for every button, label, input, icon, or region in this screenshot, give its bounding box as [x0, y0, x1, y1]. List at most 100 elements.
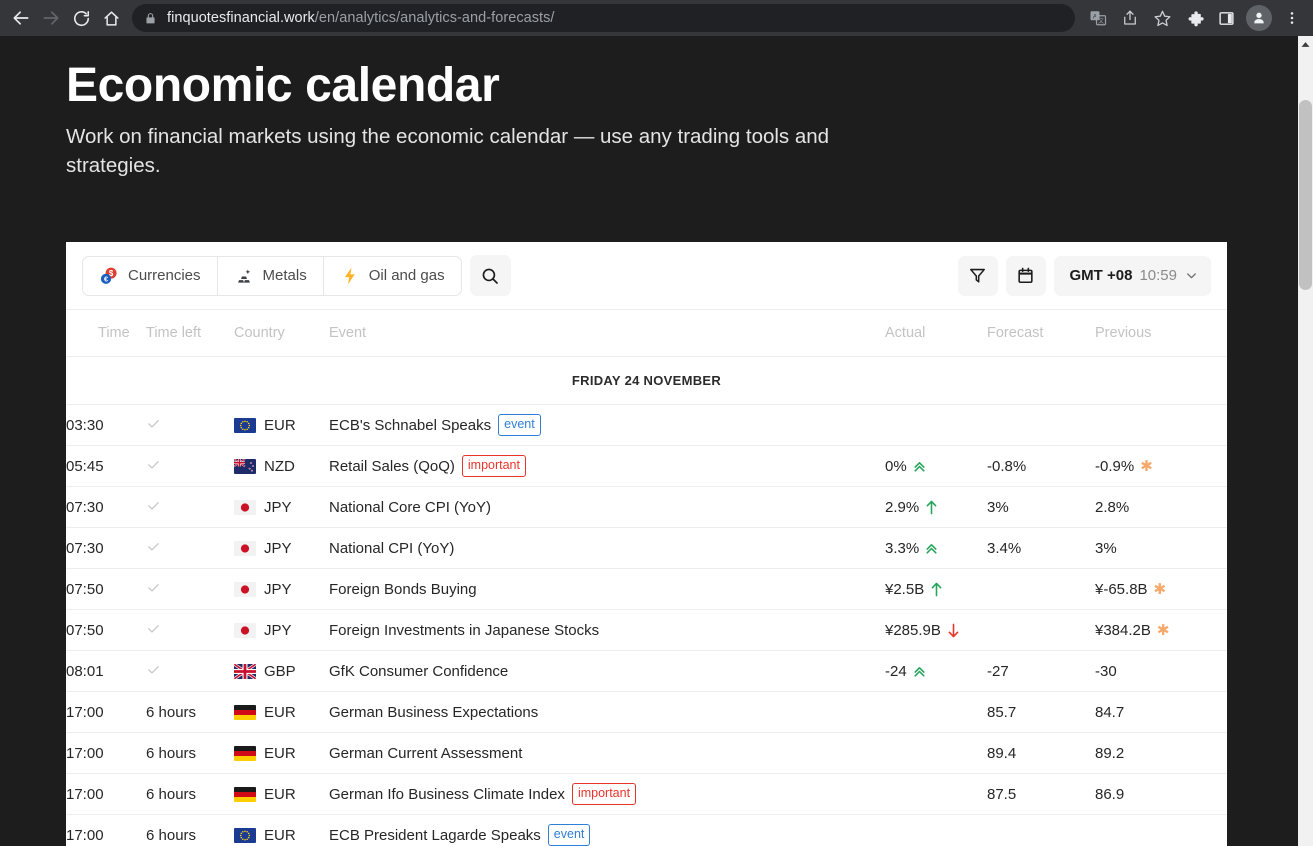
cell-country: NZD	[234, 445, 329, 487]
currency-code: JPY	[264, 498, 292, 516]
cell-event[interactable]: Foreign Bonds Buying	[329, 568, 885, 610]
page-scrollbar[interactable]	[1298, 36, 1313, 846]
currency-code: EUR	[264, 744, 296, 762]
cell-country: EUR	[234, 732, 329, 774]
country-wrap: JPY	[234, 499, 329, 516]
cell-time: 17:00	[66, 814, 146, 846]
table-row[interactable]: 08:01 GBP GfK Consumer Confidence -24 -27 -30	[66, 650, 1227, 692]
economic-calendar-card: $ € Currencies Metals Oil and gas GMT +0…	[66, 242, 1227, 846]
revision-star-icon: ✱	[1156, 621, 1170, 639]
cell-event[interactable]: German Current Assessment	[329, 732, 885, 774]
cell-time-left: 6 hours	[146, 814, 234, 846]
currency-code: JPY	[264, 580, 292, 598]
cell-event[interactable]: German Ifo Business Climate Index importa…	[329, 773, 885, 815]
table-row[interactable]: 17:00 6 hours EUR German Business Expectati…	[66, 691, 1227, 733]
search-button[interactable]	[469, 255, 511, 296]
actual-value-wrap: ¥2.5B	[885, 581, 987, 598]
table-row[interactable]: 17:00 6 hours EUR German Current Assessment…	[66, 732, 1227, 774]
badge-important: important	[571, 783, 637, 805]
cell-previous: ¥-65.8B ✱	[1095, 568, 1227, 610]
table-row[interactable]: 07:30 JPY National CPI (YoY) 3.3% 3.4% 3%	[66, 527, 1227, 569]
cell-forecast: 3%	[987, 486, 1095, 528]
cell-country: EUR	[234, 814, 329, 846]
currency-code: EUR	[264, 826, 296, 844]
table-header-row: Time Time left Country Event Actual Fore…	[66, 309, 1227, 357]
flag-jp-icon	[234, 540, 256, 556]
back-button[interactable]	[6, 3, 36, 33]
cell-event[interactable]: German Business Expectations	[329, 691, 885, 733]
cell-event[interactable]: GfK Consumer Confidence	[329, 650, 885, 692]
metals-icon	[234, 266, 254, 286]
cell-event[interactable]: Retail Sales (QoQ) important	[329, 445, 885, 487]
cell-actual	[885, 691, 987, 733]
cell-actual	[885, 814, 987, 846]
chrome-menu-button[interactable]	[1277, 3, 1307, 33]
table-row[interactable]: 03:30 EUR ECB's Schnabel Speaks event	[66, 404, 1227, 446]
cell-event[interactable]: National CPI (YoY)	[329, 527, 885, 569]
event-passed-check-icon	[148, 460, 159, 469]
calendar-button[interactable]	[1005, 255, 1046, 296]
currency-code: EUR	[264, 703, 296, 721]
arrow-up-icon	[931, 582, 942, 596]
table-body: FRIDAY 24 NOVEMBER 03:30 EUR ECB's Schnabel…	[66, 356, 1227, 846]
table-row[interactable]: 07:50 JPY Foreign Bonds Buying ¥2.5B ¥-65.8B…	[66, 568, 1227, 610]
timezone-label: GMT +08	[1069, 267, 1133, 284]
event-name: Foreign Investments in Japanese Stocks	[329, 621, 600, 639]
cell-forecast: -27	[987, 650, 1095, 692]
scroll-up-button[interactable]	[1298, 36, 1313, 52]
profile-button[interactable]	[1246, 5, 1272, 31]
address-bar[interactable]: finquotesfinancial.work/en/analytics/ana…	[132, 4, 1075, 32]
event-wrap: National CPI (YoY)	[329, 540, 885, 557]
timezone-selector[interactable]: GMT +08 10:59	[1053, 255, 1211, 296]
cell-time: 07:30	[66, 527, 146, 569]
table-row[interactable]: 07:30 JPY National Core CPI (YoY) 2.9% 3% 2.8…	[66, 486, 1227, 528]
cell-event[interactable]: Foreign Investments in Japanese Stocks	[329, 609, 885, 651]
table-row[interactable]: 07:50 JPY Foreign Investments in Japanese …	[66, 609, 1227, 651]
translate-button[interactable]: A 文	[1083, 3, 1113, 33]
scroll-up-arrow-icon	[1301, 41, 1310, 47]
country-wrap: EUR	[234, 827, 329, 844]
event-passed-check-icon	[148, 501, 159, 510]
extensions-button[interactable]	[1179, 3, 1209, 33]
share-button[interactable]	[1115, 3, 1145, 33]
previous-value: -30	[1095, 662, 1117, 680]
actual-value: -24	[885, 662, 907, 680]
side-panel-icon	[1218, 11, 1234, 25]
event-name: German Current Assessment	[329, 744, 523, 762]
cell-time-left: 6 hours	[146, 773, 234, 815]
cell-event[interactable]: National Core CPI (YoY)	[329, 486, 885, 528]
event-wrap: ECB's Schnabel Speaks event	[329, 414, 885, 436]
double-chevron-up-icon	[914, 461, 925, 472]
cell-time-left	[146, 404, 234, 446]
cell-previous: 86.9	[1095, 773, 1227, 815]
tab-oil-and-gas[interactable]: Oil and gas	[324, 257, 461, 295]
side-panel-button[interactable]	[1211, 3, 1241, 33]
scrollbar-thumb[interactable]	[1299, 100, 1312, 290]
tab-currencies[interactable]: $ € Currencies	[83, 256, 218, 295]
table-row[interactable]: 17:00 6 hours EUR German Ifo Business Clima…	[66, 773, 1227, 815]
tab-metals-label: Metals	[262, 267, 307, 284]
home-button[interactable]	[96, 3, 126, 33]
cell-previous: -30	[1095, 650, 1227, 692]
event-name: ECB President Lagarde Speaks	[329, 826, 541, 844]
tab-currencies-label: Currencies	[128, 267, 201, 284]
bookmark-button[interactable]	[1147, 3, 1177, 33]
actual-value: 0%	[885, 457, 907, 475]
profile-avatar-icon	[1254, 12, 1264, 24]
table-row[interactable]: 17:00 6 hours EUR ECB President Lagarde Spe…	[66, 814, 1227, 846]
table-row[interactable]: 05:45 NZD Retail Sales (QoQ) important 0% -0.…	[66, 445, 1227, 487]
previous-value: 3%	[1095, 539, 1117, 557]
forward-button[interactable]	[36, 3, 66, 33]
cell-event[interactable]: ECB President Lagarde Speaks event	[329, 814, 885, 846]
event-passed-indicator	[146, 621, 161, 640]
currency-code: JPY	[264, 621, 292, 639]
filter-button[interactable]	[957, 255, 998, 296]
actual-value-wrap: ¥285.9B	[885, 622, 987, 639]
country-wrap: JPY	[234, 540, 329, 557]
cell-event[interactable]: ECB's Schnabel Speaks event	[329, 404, 885, 446]
previous-value: 84.7	[1095, 703, 1125, 721]
cell-country: EUR	[234, 404, 329, 446]
cell-actual: ¥2.5B	[885, 568, 987, 610]
tab-metals[interactable]: Metals	[218, 256, 324, 295]
reload-button[interactable]	[66, 3, 96, 33]
